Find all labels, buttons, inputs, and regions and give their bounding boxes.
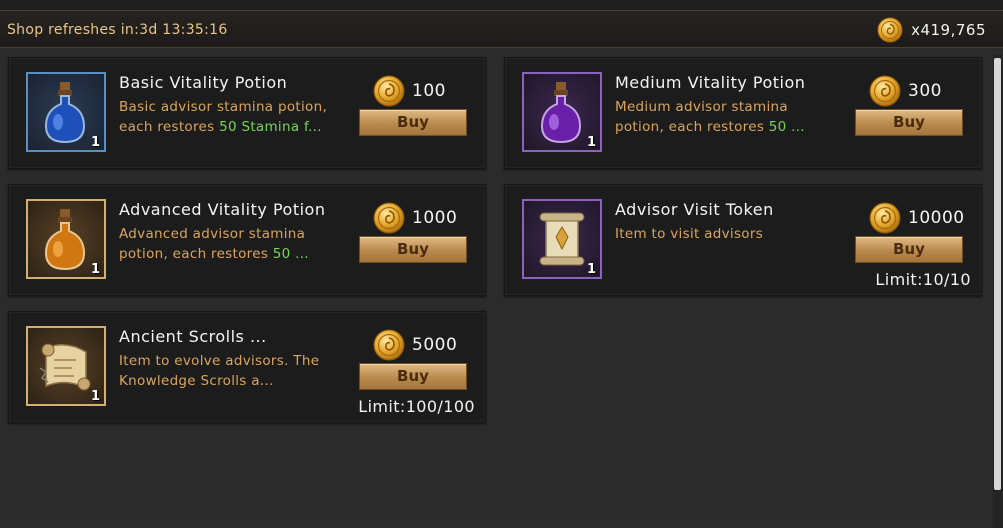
buy-button[interactable]: Buy: [359, 109, 467, 136]
shop-item-advanced-vitality-potion: 1 Advanced Vitality Potion Advanced advi…: [8, 184, 486, 296]
item-description: Medium advisor stamina potion, each rest…: [615, 97, 850, 137]
item-quantity: 1: [90, 262, 100, 277]
shop-header: Shop refreshes in:3d 13:35:16 x419,765: [0, 10, 1003, 48]
shop-item-ancient-scrolls: 1 Ancient Scrolls ... Item to evolve adv…: [8, 311, 486, 423]
description-line-1: Advanced advisor stamina: [119, 226, 306, 242]
description-line-2: each restores 50 Stamina f...: [119, 117, 354, 137]
item-frame[interactable]: 1: [522, 72, 602, 152]
buy-button[interactable]: Buy: [855, 109, 963, 136]
description-text: each restores: [119, 119, 220, 135]
item-name: Advanced Vitality Potion: [119, 200, 326, 219]
gold-coin-icon: [373, 329, 405, 361]
description-line-2: Knowledge Scrolls a...: [119, 373, 274, 389]
description-line-1: Medium advisor stamina: [615, 99, 788, 115]
description-line-1: Item to visit advisors: [615, 226, 764, 242]
item-quantity: 1: [90, 389, 100, 404]
shop-item-medium-vitality-potion: 1 Medium Vitality Potion Medium advisor …: [504, 57, 982, 169]
balance-amount: x419,765: [911, 21, 986, 39]
description-text: potion, each restores: [615, 119, 769, 135]
item-price: 100: [373, 75, 446, 107]
buy-button[interactable]: Buy: [359, 363, 467, 390]
item-frame[interactable]: 1: [26, 199, 106, 279]
price-amount: 5000: [412, 335, 458, 355]
description-highlight: 50 Stamina f...: [219, 119, 322, 135]
description-line-1: Item to evolve advisors. The: [119, 353, 320, 369]
buy-button[interactable]: Buy: [855, 236, 963, 263]
description-line-2: potion, each restores 50 ...: [119, 244, 354, 264]
description-line-2: potion, each restores 50 ...: [615, 117, 850, 137]
description-highlight: 50 ...: [768, 119, 805, 135]
price-amount: 100: [412, 81, 446, 101]
gold-coin-icon: [877, 17, 903, 43]
price-amount: 10000: [908, 208, 965, 228]
item-quantity: 1: [90, 135, 100, 150]
price-amount: 1000: [412, 208, 458, 228]
item-price: 5000: [373, 329, 457, 361]
description-highlight: 50 ...: [272, 246, 309, 262]
purchase-limit: Limit:100/100: [358, 397, 475, 416]
item-name: Advisor Visit Token: [615, 200, 774, 219]
item-price: 300: [869, 75, 942, 107]
gold-balance: x419,765: [877, 17, 986, 43]
buy-button[interactable]: Buy: [359, 236, 467, 263]
item-frame[interactable]: 1: [26, 72, 106, 152]
description-text: potion, each restores: [119, 246, 273, 262]
item-description: Item to evolve advisors. The Knowledge S…: [119, 351, 354, 391]
gold-coin-icon: [373, 75, 405, 107]
item-name: Basic Vitality Potion: [119, 73, 288, 92]
item-description: Basic advisor stamina potion, each resto…: [119, 97, 354, 137]
item-price: 1000: [373, 202, 457, 234]
gold-coin-icon: [869, 75, 901, 107]
item-frame[interactable]: 1: [26, 326, 106, 406]
item-description: Item to visit advisors: [615, 224, 850, 244]
refresh-timer: Shop refreshes in:3d 13:35:16: [7, 22, 228, 38]
price-amount: 300: [908, 81, 942, 101]
shop-item-advisor-visit-token: 1 Advisor Visit Token Item to visit advi…: [504, 184, 982, 296]
item-name: Ancient Scrolls ...: [119, 327, 267, 346]
purchase-limit: Limit:10/10: [875, 270, 971, 289]
gold-coin-icon: [869, 202, 901, 234]
top-border: [0, 0, 1003, 10]
item-price: 10000: [869, 202, 965, 234]
gold-coin-icon: [373, 202, 405, 234]
scrollbar-thumb[interactable]: [994, 58, 1001, 490]
item-description: Advanced advisor stamina potion, each re…: [119, 224, 354, 264]
shop-item-basic-vitality-potion: 1 Basic Vitality Potion Basic advisor st…: [8, 57, 486, 169]
item-name: Medium Vitality Potion: [615, 73, 806, 92]
item-frame[interactable]: 1: [522, 199, 602, 279]
item-quantity: 1: [586, 262, 596, 277]
item-quantity: 1: [586, 135, 596, 150]
description-line-1: Basic advisor stamina potion,: [119, 99, 328, 115]
